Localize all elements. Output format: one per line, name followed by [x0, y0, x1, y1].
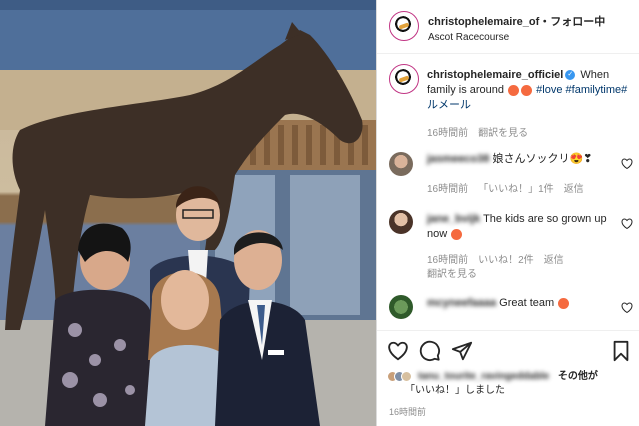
comments-panel: christophelemaire_of・フォロー中 Ascot Racecou… — [376, 0, 639, 426]
photo-illustration — [0, 0, 376, 426]
caption-translate[interactable]: 翻訳を見る — [478, 128, 528, 139]
comment-icon[interactable] — [419, 340, 441, 362]
comment-text: 娘さんソックリ😍❣ — [492, 153, 593, 165]
comment-username[interactable]: jasmeeco38 — [427, 153, 489, 165]
comment-time: 16時間前 — [427, 184, 469, 195]
likes-liked-text: 「いいね！」しました — [405, 385, 505, 396]
caption-meta: 16時間前 翻訳を見る — [427, 124, 538, 139]
comment-2-meta: 16時間前 いいね！2件 返信 — [427, 251, 574, 266]
liker-username[interactable]: tanu_tourite_ravingeddable — [418, 371, 549, 382]
comment-2-translate[interactable]: 翻訳を見る — [427, 265, 477, 280]
verified-icon: ✓ — [565, 70, 576, 81]
comment-likes[interactable]: 「いいね！」1件 — [478, 184, 554, 195]
comment-username-3[interactable]: mcyneefaaaa — [427, 297, 496, 309]
heart-eyes-emoji-icon-4 — [558, 297, 570, 309]
likes-summary: tanu_tourite_ravingeddable その他が 「いいね！」しま… — [387, 370, 598, 398]
share-icon[interactable] — [451, 340, 473, 362]
heart-eyes-emoji-icon-3 — [451, 228, 463, 240]
post-time[interactable]: 16時間前 — [389, 405, 426, 418]
heart-icon-3[interactable] — [621, 302, 633, 313]
hashtag-familytime[interactable]: #familytime — [566, 84, 622, 96]
header-username-row: christophelemaire_of・フォロー中 — [428, 13, 605, 29]
comment-avatar[interactable] — [389, 152, 413, 176]
reply-button[interactable]: 返信 — [564, 184, 584, 195]
comment-3: mcyneefaaaa Great team — [427, 296, 570, 311]
header-username[interactable]: christophelemaire_of — [428, 16, 539, 28]
profile-avatar[interactable] — [389, 11, 419, 41]
heart-icon-2[interactable] — [621, 218, 633, 229]
header-dot: ・ — [539, 16, 551, 28]
heart-eyes-emoji-icon — [508, 84, 520, 96]
heart-icon[interactable] — [621, 158, 633, 169]
comment-likes-2[interactable]: いいね！2件 — [478, 255, 534, 266]
likes-others[interactable]: その他が — [558, 371, 598, 382]
comment-username-2[interactable]: jane_bvijk — [427, 213, 480, 225]
instagram-post-view: christophelemaire_of・フォロー中 Ascot Racecou… — [0, 0, 639, 426]
caption: christophelemaire_officiel ✓ When family … — [427, 68, 632, 113]
post-photo[interactable] — [0, 0, 376, 426]
comment-avatar-2[interactable] — [389, 210, 413, 234]
comment-2: jane_bvijk The kids are so grown up now — [427, 212, 627, 242]
liker-avatar-3 — [401, 370, 412, 382]
like-heart-icon[interactable] — [387, 340, 409, 362]
comment-1-meta: 16時間前 「いいね！」1件 返信 — [427, 180, 594, 195]
location-link[interactable]: Ascot Racecourse — [428, 32, 509, 43]
caption-avatar[interactable] — [389, 64, 419, 94]
reply-button-2[interactable]: 返信 — [544, 255, 564, 266]
hashtag-love[interactable]: #love — [536, 84, 562, 96]
heart-eyes-emoji-icon-2 — [521, 84, 533, 96]
action-bar — [377, 330, 639, 368]
caption-username[interactable]: christophelemaire_officiel — [427, 69, 563, 81]
comment-avatar-3[interactable] — [389, 295, 413, 319]
comment-text-3: Great team — [499, 297, 555, 309]
post-header: christophelemaire_of・フォロー中 Ascot Racecou… — [377, 0, 639, 54]
caption-time[interactable]: 16時間前 — [427, 128, 468, 139]
comment-1: jasmeeco38 娘さんソックリ😍❣ — [427, 152, 592, 167]
follow-button[interactable]: フォロー中 — [550, 16, 605, 28]
bookmark-icon[interactable] — [610, 340, 632, 362]
